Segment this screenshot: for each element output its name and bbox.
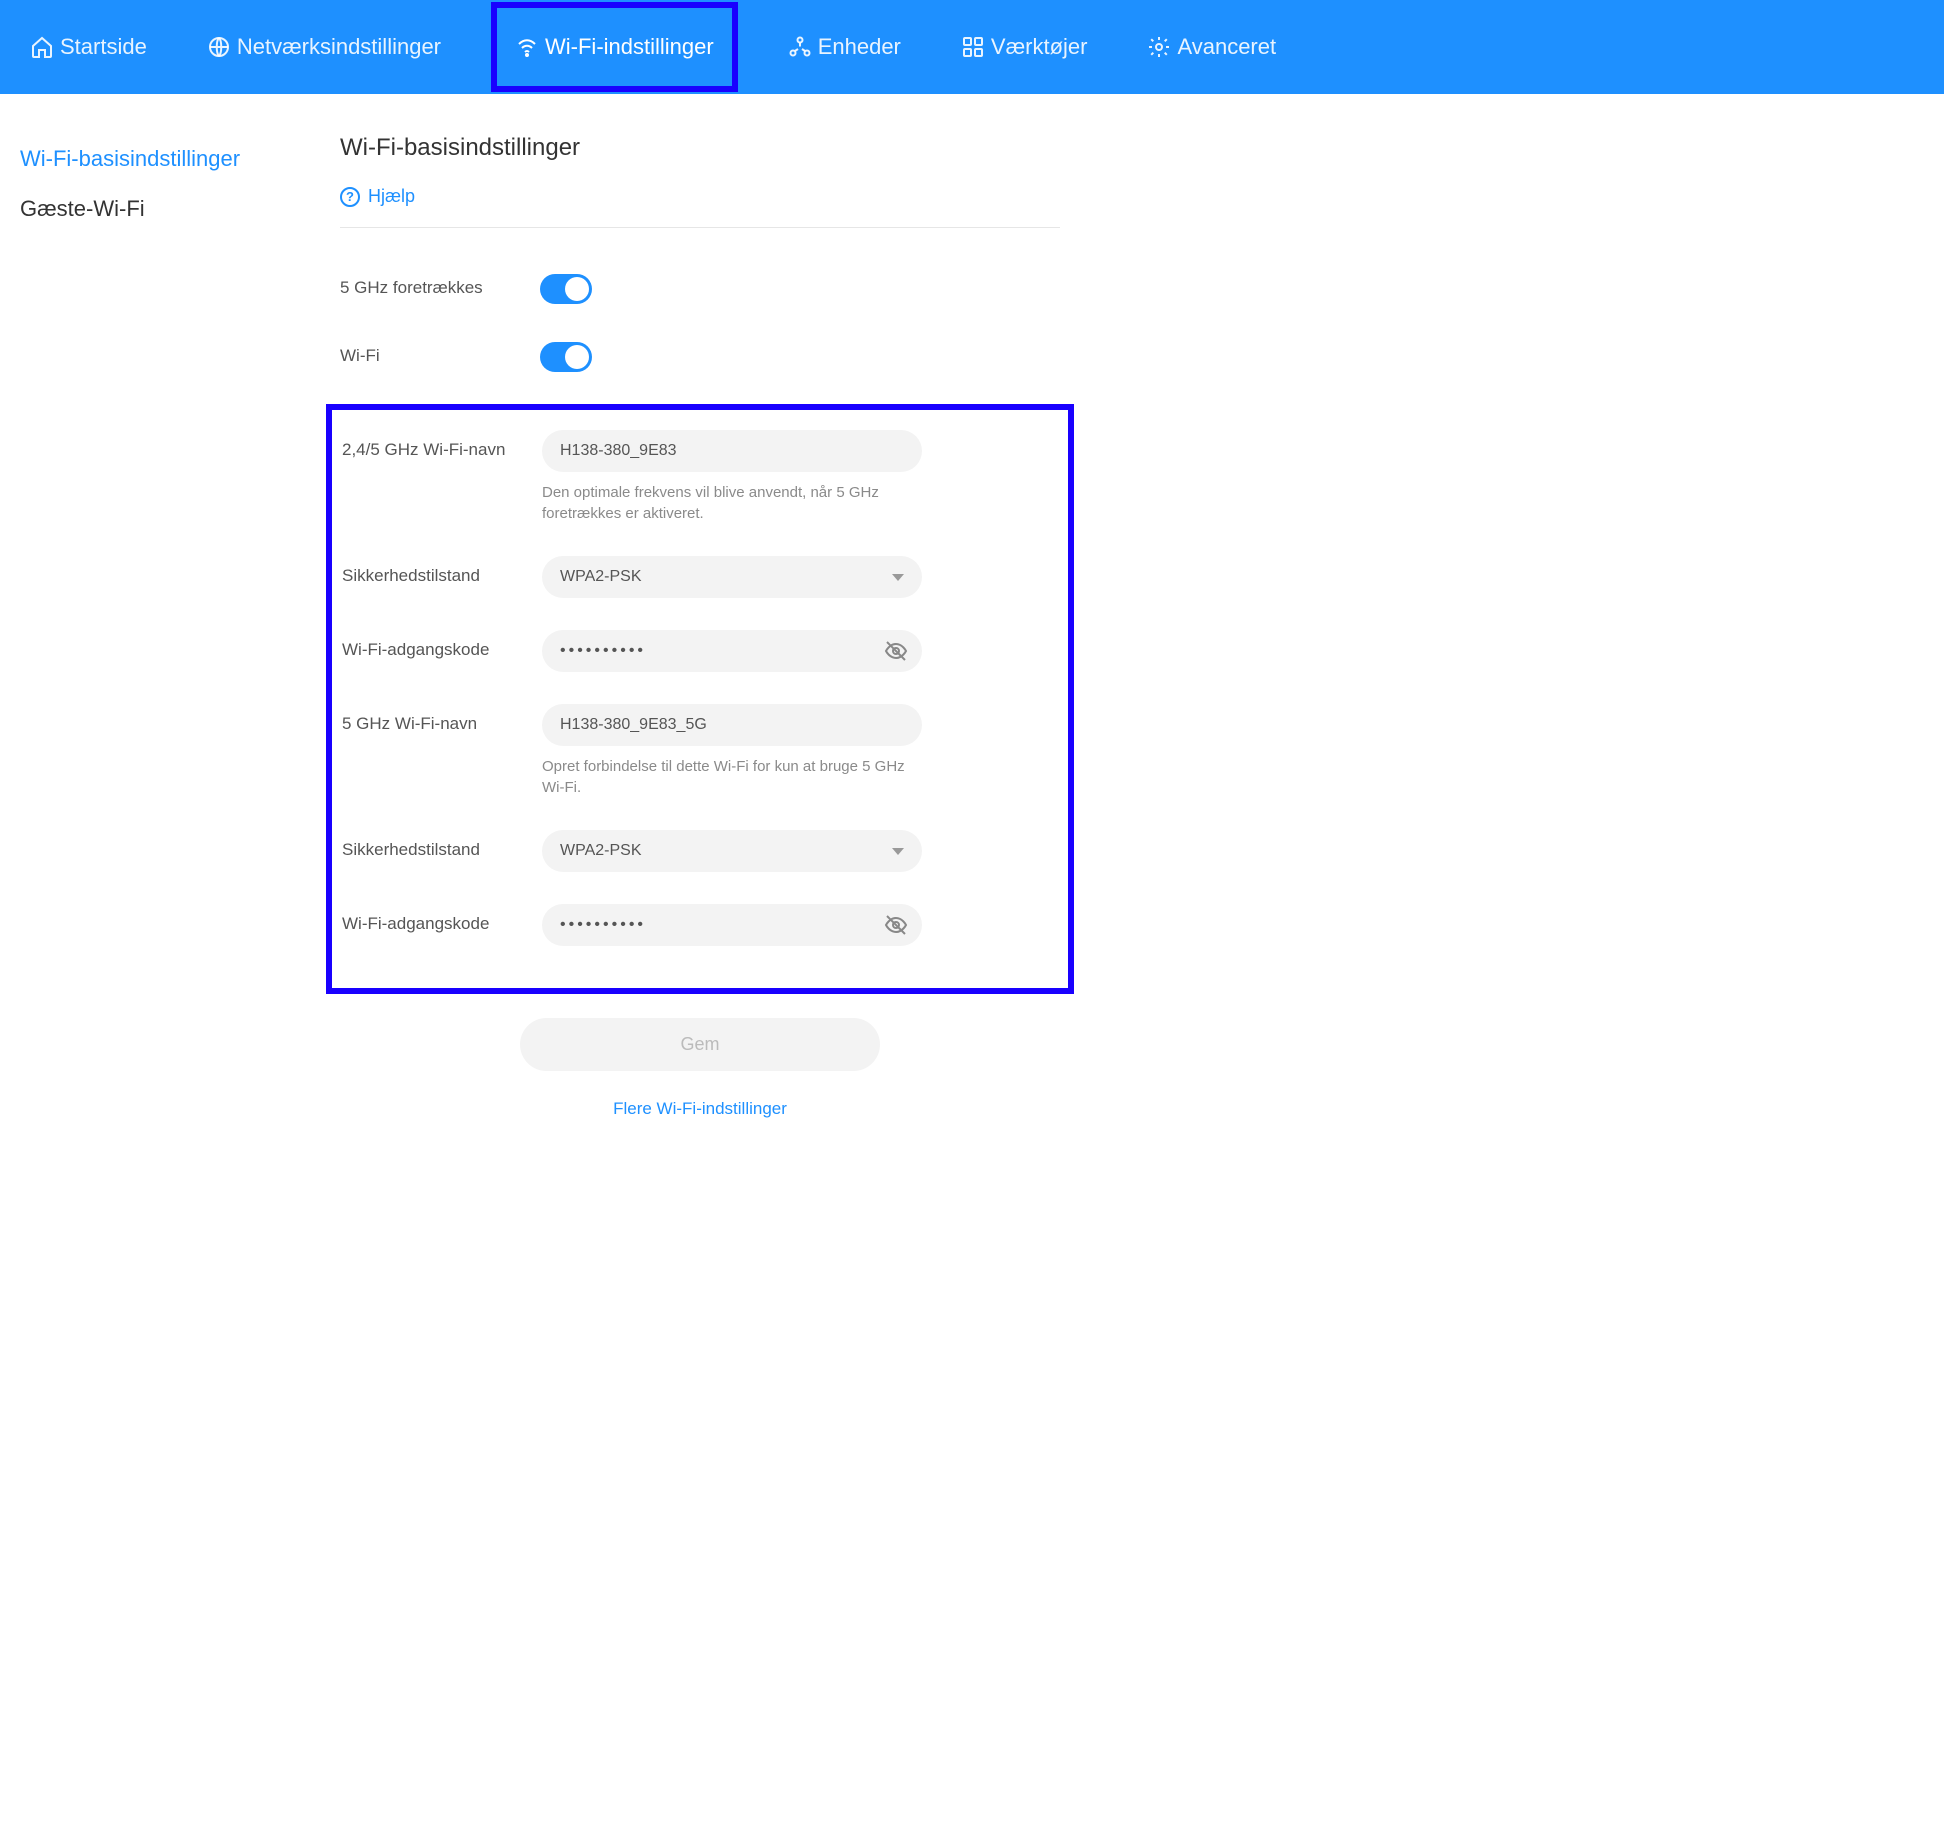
help-label: Hjælp	[368, 186, 415, 207]
label-security-2: Sikkerhedstilstand	[342, 830, 542, 860]
row-wifi-name-5: 5 GHz Wi-Fi-navn Opret forbindelse til d…	[342, 704, 1048, 798]
highlighted-settings-box: 2,4/5 GHz Wi-Fi-navn Den optimale frekve…	[326, 404, 1074, 994]
nav-home[interactable]: Startside	[20, 26, 157, 68]
help-text-5: Opret forbindelse til dette Wi-Fi for ku…	[542, 756, 922, 798]
devices-icon	[788, 35, 812, 59]
row-password-2: Wi-Fi-adgangskode	[342, 904, 1048, 946]
nav-label: Startside	[60, 34, 147, 60]
chevron-down-icon	[892, 574, 904, 581]
row-password-1: Wi-Fi-adgangskode	[342, 630, 1048, 672]
nav-tools[interactable]: Værktøjer	[951, 26, 1098, 68]
select-security-2[interactable]: WPA2-PSK	[542, 830, 922, 872]
row-security-2: Sikkerhedstilstand WPA2-PSK	[342, 830, 1048, 872]
home-icon	[30, 35, 54, 59]
top-nav: Startside Netværksindstillinger Wi-Fi-in…	[0, 0, 1944, 94]
row-prefer-5ghz: 5 GHz foretrækkes	[340, 268, 1060, 304]
sidebar-item-guest[interactable]: Gæste-Wi-Fi	[20, 184, 320, 234]
gear-icon	[1147, 35, 1171, 59]
row-security-1: Sikkerhedstilstand WPA2-PSK	[342, 556, 1048, 598]
sidebar-item-label: Gæste-Wi-Fi	[20, 196, 145, 221]
sidebar-item-basic[interactable]: Wi-Fi-basisindstillinger	[20, 134, 320, 184]
select-value: WPA2-PSK	[560, 568, 642, 586]
sidebar-item-label: Wi-Fi-basisindstillinger	[20, 146, 240, 171]
input-password-2[interactable]	[542, 904, 884, 946]
help-icon: ?	[340, 187, 360, 207]
row-wifi: Wi-Fi	[340, 336, 1060, 372]
page-title: Wi-Fi-basisindstillinger	[340, 134, 1060, 162]
help-link[interactable]: ? Hjælp	[340, 186, 1060, 207]
nav-label: Avanceret	[1177, 34, 1276, 60]
label-password-2: Wi-Fi-adgangskode	[342, 904, 542, 934]
chevron-down-icon	[892, 848, 904, 855]
row-wifi-name-24: 2,4/5 GHz Wi-Fi-navn Den optimale frekve…	[342, 430, 1048, 524]
sidebar: Wi-Fi-basisindstillinger Gæste-Wi-Fi	[0, 94, 320, 1825]
eye-off-icon[interactable]	[884, 913, 908, 937]
more-wifi-settings-link[interactable]: Flere Wi-Fi-indstillinger	[613, 1099, 787, 1119]
help-text-24: Den optimale frekvens vil blive anvendt,…	[542, 482, 922, 524]
nav-label: Wi-Fi-indstillinger	[545, 34, 714, 60]
label-wifi-name-24: 2,4/5 GHz Wi-Fi-navn	[342, 430, 542, 460]
label-password-1: Wi-Fi-adgangskode	[342, 630, 542, 660]
nav-label: Værktøjer	[991, 34, 1088, 60]
nav-advanced[interactable]: Avanceret	[1137, 26, 1286, 68]
save-button[interactable]: Gem	[520, 1018, 880, 1071]
label-wifi: Wi-Fi	[340, 336, 540, 366]
main-content: Wi-Fi-basisindstillinger ? Hjælp 5 GHz f…	[320, 94, 1100, 1825]
input-password-1[interactable]	[542, 630, 884, 672]
nav-wifi[interactable]: Wi-Fi-indstillinger	[491, 2, 738, 92]
label-security-1: Sikkerhedstilstand	[342, 556, 542, 586]
nav-label: Netværksindstillinger	[237, 34, 441, 60]
nav-network[interactable]: Netværksindstillinger	[197, 26, 451, 68]
eye-off-icon[interactable]	[884, 639, 908, 663]
toggle-thumb	[565, 345, 589, 369]
tools-icon	[961, 35, 985, 59]
toggle-thumb	[565, 277, 589, 301]
toggle-wifi[interactable]	[540, 342, 592, 372]
wifi-icon	[515, 35, 539, 59]
nav-devices[interactable]: Enheder	[778, 26, 911, 68]
toggle-prefer-5ghz[interactable]	[540, 274, 592, 304]
divider	[340, 227, 1060, 228]
input-wifi-name-24[interactable]	[542, 430, 922, 472]
select-value: WPA2-PSK	[560, 842, 642, 860]
globe-icon	[207, 35, 231, 59]
input-wifi-name-5[interactable]	[542, 704, 922, 746]
nav-label: Enheder	[818, 34, 901, 60]
label-prefer-5ghz: 5 GHz foretrækkes	[340, 268, 540, 298]
select-security-1[interactable]: WPA2-PSK	[542, 556, 922, 598]
label-wifi-name-5: 5 GHz Wi-Fi-navn	[342, 704, 542, 734]
